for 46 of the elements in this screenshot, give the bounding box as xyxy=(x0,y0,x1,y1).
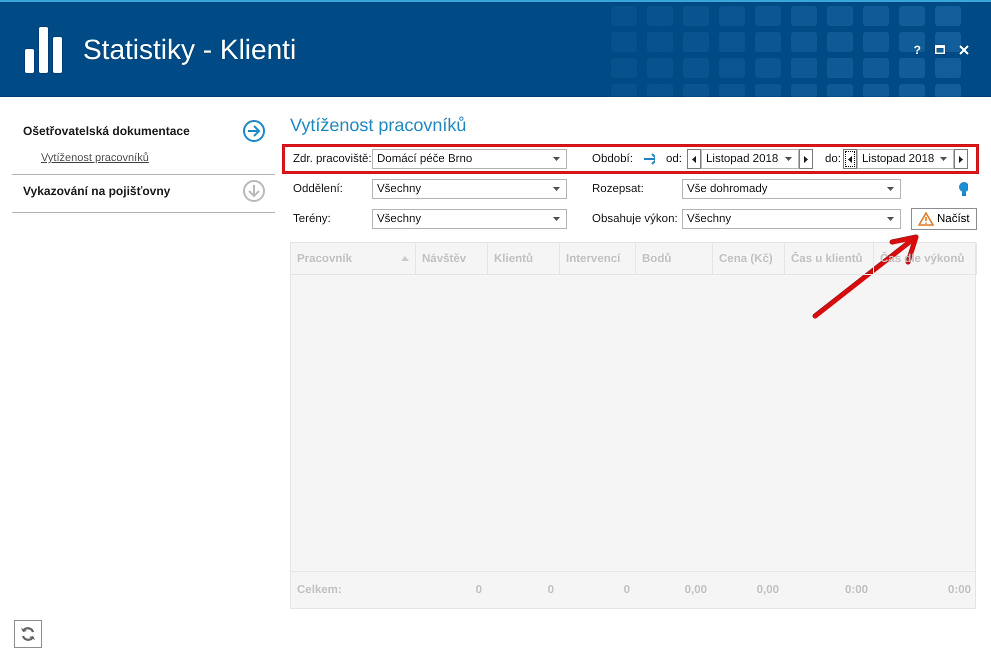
field-label: Terény: xyxy=(293,213,332,225)
sort-icon xyxy=(401,256,409,261)
left-arrow-icon xyxy=(848,156,852,162)
field-label: Období: xyxy=(592,153,634,165)
previous-button[interactable] xyxy=(687,149,701,169)
right-arrow-icon xyxy=(804,156,808,162)
dropdown-field[interactable]: Všechny xyxy=(682,209,901,229)
lightbulb-icon[interactable] xyxy=(959,182,968,196)
dropdown-caret-icon xyxy=(785,157,792,161)
field-label: Obsahuje výkon: xyxy=(592,213,679,225)
window-title: Statistiky - Klienti xyxy=(83,34,298,66)
page-title: Vytíženost pracovníků xyxy=(290,115,468,136)
dropdown-caret-icon xyxy=(553,217,560,221)
refresh-button[interactable] xyxy=(14,620,42,648)
field-label: Zdr. pracoviště: xyxy=(293,153,372,165)
dropdown-caret-icon xyxy=(553,157,560,161)
dropdown-caret-icon xyxy=(887,217,894,221)
next-button[interactable] xyxy=(799,149,813,169)
maximize-icon[interactable] xyxy=(935,45,945,54)
field-label: Rozepsat: xyxy=(592,183,645,195)
section-title[interactable]: Vykazování na pojišťovny xyxy=(23,184,170,198)
field-label: od: xyxy=(666,153,683,165)
close-icon[interactable] xyxy=(959,44,969,54)
section-title[interactable]: Ošetřovatelská dokumentace xyxy=(23,124,190,138)
previous-button[interactable] xyxy=(843,149,857,169)
dropdown-field[interactable]: Vše dohromady xyxy=(682,179,901,199)
refresh-icon xyxy=(20,626,36,642)
dropdown-field[interactable]: Všechny xyxy=(372,179,567,199)
warning-icon xyxy=(918,212,934,226)
load-button[interactable]: Načíst xyxy=(911,208,977,230)
dropdown-caret-icon xyxy=(553,187,560,191)
field-label: do: xyxy=(825,153,842,165)
left-arrow-icon xyxy=(692,156,696,162)
right-arrow-icon xyxy=(644,153,655,165)
help-button[interactable]: ? xyxy=(914,42,921,56)
right-arrow-icon xyxy=(959,156,963,162)
bar-chart-icon xyxy=(25,26,65,72)
dropdown-field[interactable]: Všechny xyxy=(372,209,567,229)
dropdown-field[interactable]: Domácí péče Brno xyxy=(372,149,567,169)
dropdown-field[interactable]: Listopad 2018 xyxy=(857,149,954,169)
nav-link[interactable]: Vytíženost pracovníků xyxy=(41,152,149,164)
field-label: Oddělení: xyxy=(293,183,344,195)
dropdown-caret-icon xyxy=(940,157,947,161)
next-button[interactable] xyxy=(954,149,968,169)
dropdown-field[interactable]: Listopad 2018 xyxy=(701,149,799,169)
dropdown-caret-icon xyxy=(887,187,894,191)
